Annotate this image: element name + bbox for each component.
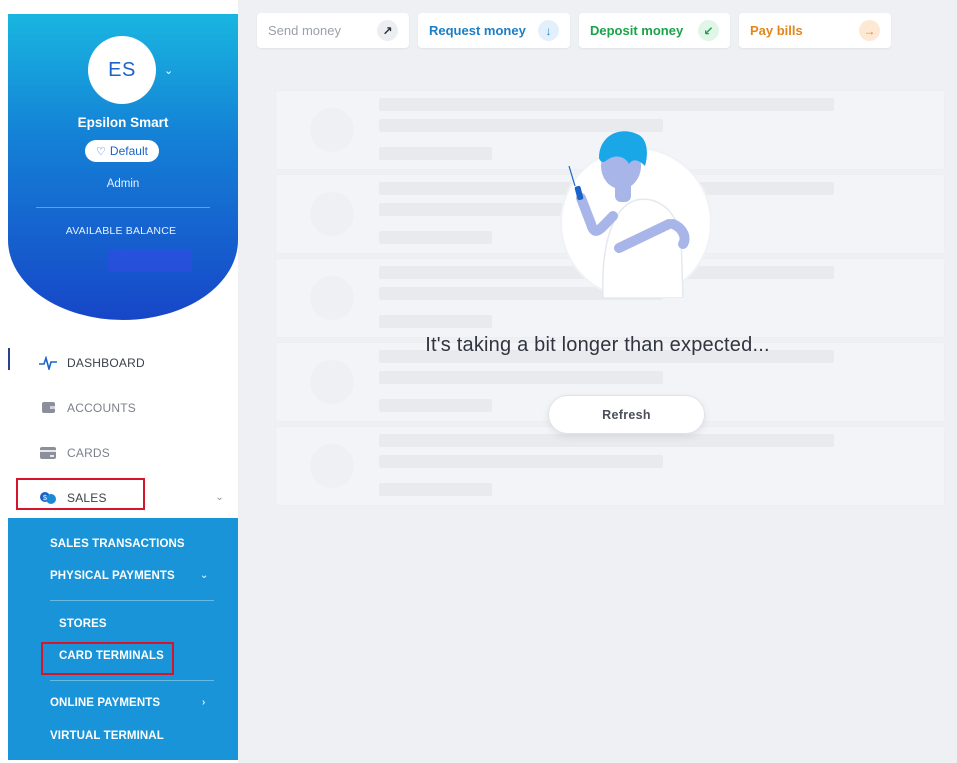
balance-value-redacted [108, 250, 192, 272]
highlight-box-sales [16, 478, 145, 510]
deposit-money-button[interactable]: Deposit money ↙ [579, 13, 730, 48]
available-balance-label: AVAILABLE BALANCE [65, 225, 177, 237]
skeleton-line [379, 371, 663, 384]
heart-icon: ♡ [96, 145, 106, 158]
chevron-down-icon[interactable]: ⌄ [164, 64, 173, 77]
pulse-icon [38, 355, 58, 370]
quick-actions-bar: Send money ↗ Request money ↓ Deposit mon… [257, 13, 891, 48]
nav-item-accounts[interactable]: ACCOUNTS [8, 385, 238, 430]
skeleton-line [379, 399, 492, 412]
skeleton-avatar [310, 444, 354, 488]
submenu-stores[interactable]: STORES [59, 618, 107, 630]
nav-item-dashboard[interactable]: DASHBOARD [8, 340, 238, 385]
arrow-down-icon: ↓ [538, 20, 559, 41]
skeleton-row [275, 426, 945, 506]
pay-bills-button[interactable]: Pay bills → [739, 13, 891, 48]
request-money-button[interactable]: Request money ↓ [418, 13, 570, 48]
skeleton-line [379, 455, 663, 468]
active-indicator [8, 348, 10, 370]
pay-bills-label: Pay bills [750, 23, 803, 38]
chevron-down-icon[interactable]: ⌄ [215, 492, 224, 503]
chevron-down-icon: ⌄ [200, 570, 209, 581]
nav-item-sales[interactable]: $ SALES ⌄ [8, 475, 238, 520]
sidebar: ES ⌄ Epsilon Smart ♡ Default Admin AVAIL… [8, 14, 238, 760]
submenu-online-payments[interactable]: ONLINE PAYMENTS › [50, 697, 220, 709]
skeleton-line [379, 434, 834, 447]
skeleton-avatar [310, 192, 354, 236]
card-icon [38, 446, 58, 459]
loading-message: It's taking a bit longer than expected..… [425, 334, 770, 356]
submenu-divider [50, 600, 214, 601]
nav-item-label: DASHBOARD [67, 355, 145, 370]
skeleton-avatar [310, 108, 354, 152]
loading-illustration [551, 128, 712, 299]
arrow-down-left-icon: ↙ [698, 20, 719, 41]
submenu-label: PHYSICAL PAYMENTS [50, 570, 175, 582]
submenu-label: ONLINE PAYMENTS [50, 697, 161, 709]
deposit-money-label: Deposit money [590, 23, 684, 38]
send-money-label: Send money [268, 23, 341, 38]
submenu-card-terminals[interactable]: CARD TERMINALS [59, 650, 164, 662]
nav-item-label: CARDS [67, 445, 111, 460]
request-money-label: Request money [429, 23, 526, 38]
skeleton-line [379, 315, 492, 328]
skeleton-line [379, 231, 492, 244]
wallet-icon [38, 401, 58, 414]
chevron-right-icon: › [202, 697, 206, 708]
default-badge[interactable]: ♡ Default [85, 140, 159, 162]
skeleton-line [379, 483, 492, 496]
app-root: ES ⌄ Epsilon Smart ♡ Default Admin AVAIL… [0, 0, 957, 763]
arrow-right-icon: → [859, 20, 880, 41]
skeleton-avatar [310, 360, 354, 404]
main-content: Send money ↗ Request money ↓ Deposit mon… [238, 0, 957, 763]
skeleton-avatar [310, 276, 354, 320]
nav-item-cards[interactable]: CARDS [8, 430, 238, 475]
submenu-divider [50, 680, 214, 681]
profile-card: ES ⌄ Epsilon Smart ♡ Default Admin AVAIL… [8, 14, 238, 320]
avatar[interactable]: ES [88, 36, 156, 104]
skeleton-line [379, 98, 834, 111]
send-money-button[interactable]: Send money ↗ [257, 13, 409, 48]
main-nav: DASHBOARD ACCOUNTS CARDS $ SALES ⌄ [8, 340, 238, 520]
submenu-sales-transactions[interactable]: SALES TRANSACTIONS [50, 538, 185, 550]
arrow-up-right-icon: ↗ [377, 20, 398, 41]
profile-role: Admin [106, 178, 140, 190]
submenu-physical-payments[interactable]: PHYSICAL PAYMENTS ⌄ [50, 570, 220, 582]
submenu-virtual-terminal[interactable]: VIRTUAL TERMINAL [50, 730, 164, 742]
default-badge-label: Default [109, 144, 148, 158]
skeleton-line [379, 147, 492, 160]
profile-name: Epsilon Smart [77, 115, 169, 130]
nav-item-label: ACCOUNTS [67, 400, 136, 415]
sales-submenu: SALES TRANSACTIONS PHYSICAL PAYMENTS ⌄ S… [8, 518, 238, 760]
profile-divider [36, 207, 210, 208]
refresh-button[interactable]: Refresh [548, 395, 705, 434]
